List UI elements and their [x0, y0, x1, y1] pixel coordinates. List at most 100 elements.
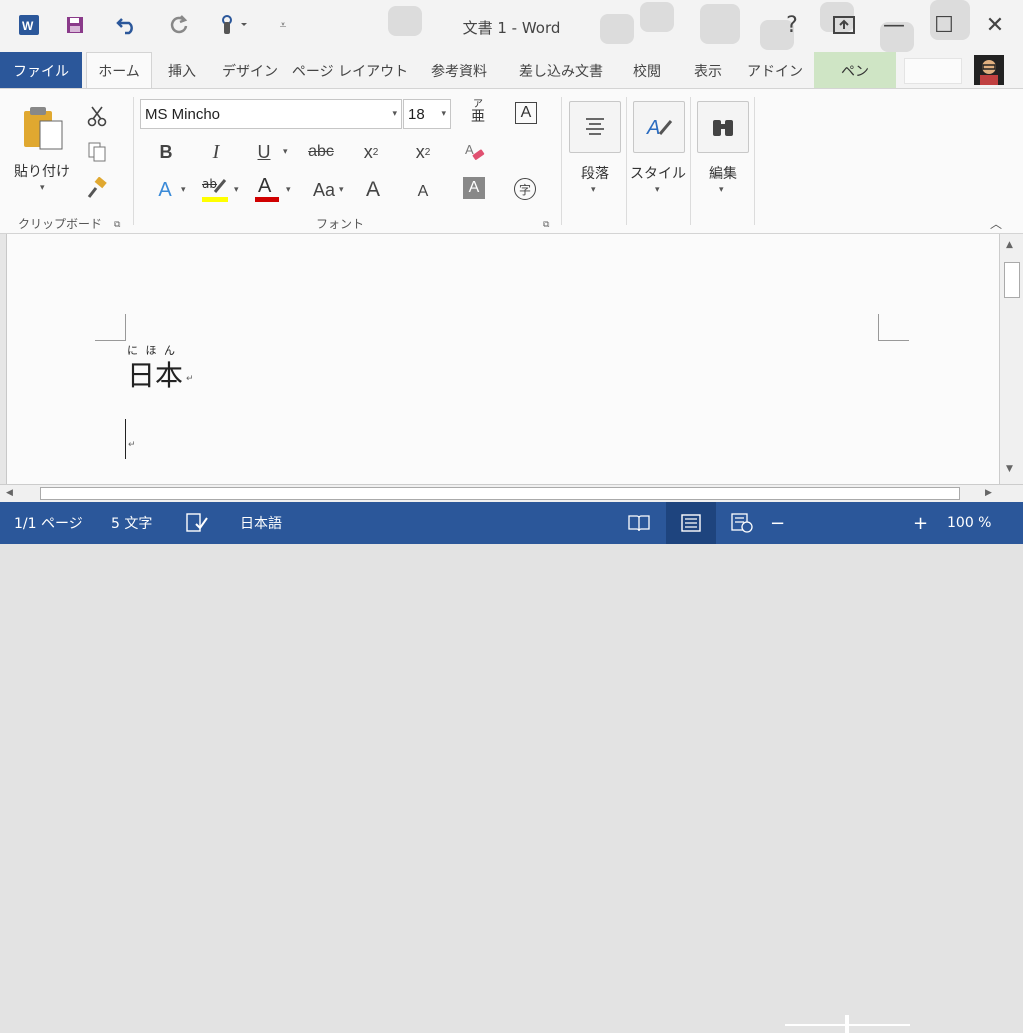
grow-font-button[interactable]: A	[360, 177, 386, 203]
font-size-value[interactable]: 18	[408, 106, 425, 123]
word-count[interactable]: 5 文字	[111, 502, 152, 544]
change-case-button[interactable]: Aa	[308, 177, 340, 203]
paragraph-button[interactable]	[569, 101, 621, 153]
paragraph-label[interactable]: 段落	[569, 163, 621, 183]
print-layout-icon[interactable]	[666, 502, 716, 544]
styles-dropdown-icon[interactable]: ▾	[655, 185, 660, 195]
tab-review[interactable]: 校閲	[616, 52, 678, 89]
web-layout-icon[interactable]	[731, 502, 753, 544]
tab-home[interactable]: ホーム	[86, 52, 152, 89]
font-name-combo[interactable]: MS Mincho ▾	[140, 99, 402, 129]
font-name-value[interactable]: MS Mincho	[145, 106, 220, 123]
page-count[interactable]: 1/1 ページ	[14, 502, 83, 544]
paste-button-label[interactable]: 貼り付け	[14, 161, 70, 181]
maximize-button[interactable]: ☐	[926, 8, 962, 42]
character-shading-button[interactable]: A	[463, 177, 485, 199]
tab-design[interactable]: デザイン	[212, 52, 288, 89]
document-title: 文書 1 - Word	[462, 19, 561, 37]
phonetic-guide-bottom: 亜	[471, 109, 485, 125]
scroll-up-icon[interactable]: ▲	[1006, 240, 1013, 250]
language-indicator[interactable]: 日本語	[240, 502, 282, 544]
underline-dropdown-icon[interactable]: ▾	[283, 147, 288, 157]
font-size-combo[interactable]: 18 ▾	[403, 99, 451, 129]
tab-file[interactable]: ファイル	[0, 52, 82, 89]
paragraph-mark: ↵	[128, 440, 136, 450]
underline-button[interactable]: U	[251, 139, 277, 165]
paste-dropdown-caret[interactable]: ▾	[40, 183, 45, 193]
tab-references[interactable]: 参考資料	[412, 52, 506, 89]
ribbon-tabs: ファイル ホーム 挿入 デザイン ページ レイアウト 参考資料 差し込み文書 校…	[0, 52, 1023, 89]
close-button[interactable]: ✕	[977, 8, 1013, 42]
format-painter-icon[interactable]	[84, 175, 110, 201]
tab-addins[interactable]: アドイン	[738, 52, 812, 89]
paragraph-dropdown-icon[interactable]: ▾	[591, 185, 596, 195]
group-divider	[561, 97, 562, 225]
phonetic-guide-button[interactable]: ア 亜	[468, 99, 488, 129]
italic-button[interactable]: I	[203, 139, 229, 165]
tab-mailings[interactable]: 差し込み文書	[508, 52, 614, 89]
clear-formatting-icon[interactable]: A	[462, 139, 488, 165]
paste-icon[interactable]	[22, 105, 66, 151]
shrink-font-button[interactable]: A	[410, 179, 436, 205]
styles-button[interactable]: A	[633, 101, 685, 153]
tab-view[interactable]: 表示	[680, 52, 736, 89]
editing-dropdown-icon[interactable]: ▾	[719, 185, 724, 195]
superscript-button[interactable]: x2	[410, 139, 436, 165]
collapse-ribbon-icon[interactable]: ︿	[990, 215, 1002, 232]
horizontal-scroll-thumb[interactable]	[40, 487, 960, 500]
font-size-dropdown-icon[interactable]: ▾	[441, 109, 446, 119]
editing-label[interactable]: 編集	[697, 163, 749, 183]
vertical-scroll-thumb[interactable]	[1004, 262, 1020, 298]
tab-page-layout[interactable]: ページ レイアウト	[290, 52, 410, 89]
paragraph-mark: ↵	[186, 374, 194, 384]
text-effects-dropdown-icon[interactable]: ▾	[181, 185, 186, 195]
help-button[interactable]: ?	[774, 8, 810, 42]
copy-icon[interactable]	[84, 139, 110, 165]
zoom-in-button[interactable]: +	[913, 502, 928, 544]
document-text[interactable]: 日本	[127, 354, 183, 394]
cut-icon[interactable]	[84, 103, 110, 129]
zoom-slider-thumb[interactable]	[845, 1015, 849, 1033]
highlight-button[interactable]: ab	[200, 177, 230, 203]
font-color-button[interactable]: A	[253, 175, 281, 203]
read-mode-icon[interactable]	[628, 502, 650, 544]
change-case-dropdown-icon[interactable]: ▾	[339, 185, 344, 195]
tab-pen[interactable]: ペン	[814, 52, 896, 89]
ribbon: 貼り付け ▾ クリップボード ⧉ MS Mincho ▾ 18 ▾ ア 亜 A …	[0, 88, 1023, 234]
highlight-dropdown-icon[interactable]: ▾	[234, 185, 239, 195]
scroll-left-icon[interactable]: ◀	[6, 488, 13, 498]
enclose-characters-button[interactable]: 字	[514, 178, 536, 200]
zoom-level[interactable]: 100 %	[947, 502, 991, 544]
svg-text:A: A	[646, 117, 660, 139]
editing-button[interactable]	[697, 101, 749, 153]
zoom-out-button[interactable]: −	[770, 502, 785, 544]
scroll-right-icon[interactable]: ▶	[985, 488, 992, 498]
horizontal-scrollbar[interactable]: ◀ ▶	[0, 484, 1023, 503]
font-color-dropdown-icon[interactable]: ▾	[286, 185, 291, 195]
binoculars-icon	[713, 120, 733, 136]
minimize-button[interactable]: —	[876, 8, 912, 42]
vertical-scrollbar[interactable]: ▲ ▼	[999, 234, 1023, 484]
styles-label[interactable]: スタイル	[626, 163, 690, 183]
account-name-box[interactable]	[904, 58, 962, 84]
font-name-dropdown-icon[interactable]: ▾	[392, 109, 397, 119]
clipboard-launcher-icon[interactable]: ⧉	[114, 220, 120, 230]
status-bar: 1/1 ページ 5 文字 日本語 − + 100 %	[0, 502, 1023, 1033]
bold-button[interactable]: B	[153, 139, 179, 165]
tab-insert[interactable]: 挿入	[154, 52, 210, 89]
font-group-label: フォント	[316, 217, 365, 231]
scroll-down-icon[interactable]: ▼	[1006, 464, 1013, 474]
avatar[interactable]	[974, 55, 1004, 85]
document-page[interactable]: に ほ ん 日本 ↵ ↵	[6, 234, 1000, 484]
character-border-button[interactable]: A	[515, 102, 537, 124]
subscript-button[interactable]: x2	[358, 139, 384, 165]
proofing-icon[interactable]	[186, 502, 208, 544]
top-left-crop-mark	[95, 314, 126, 341]
font-color-swatch	[255, 197, 279, 202]
svg-text:A: A	[465, 142, 474, 157]
text-effects-button[interactable]: A	[152, 177, 178, 203]
strikethrough-button[interactable]: abc	[303, 139, 339, 165]
text-cursor	[125, 419, 126, 459]
ribbon-display-options-icon[interactable]	[826, 8, 862, 42]
font-launcher-icon[interactable]: ⧉	[543, 220, 549, 230]
